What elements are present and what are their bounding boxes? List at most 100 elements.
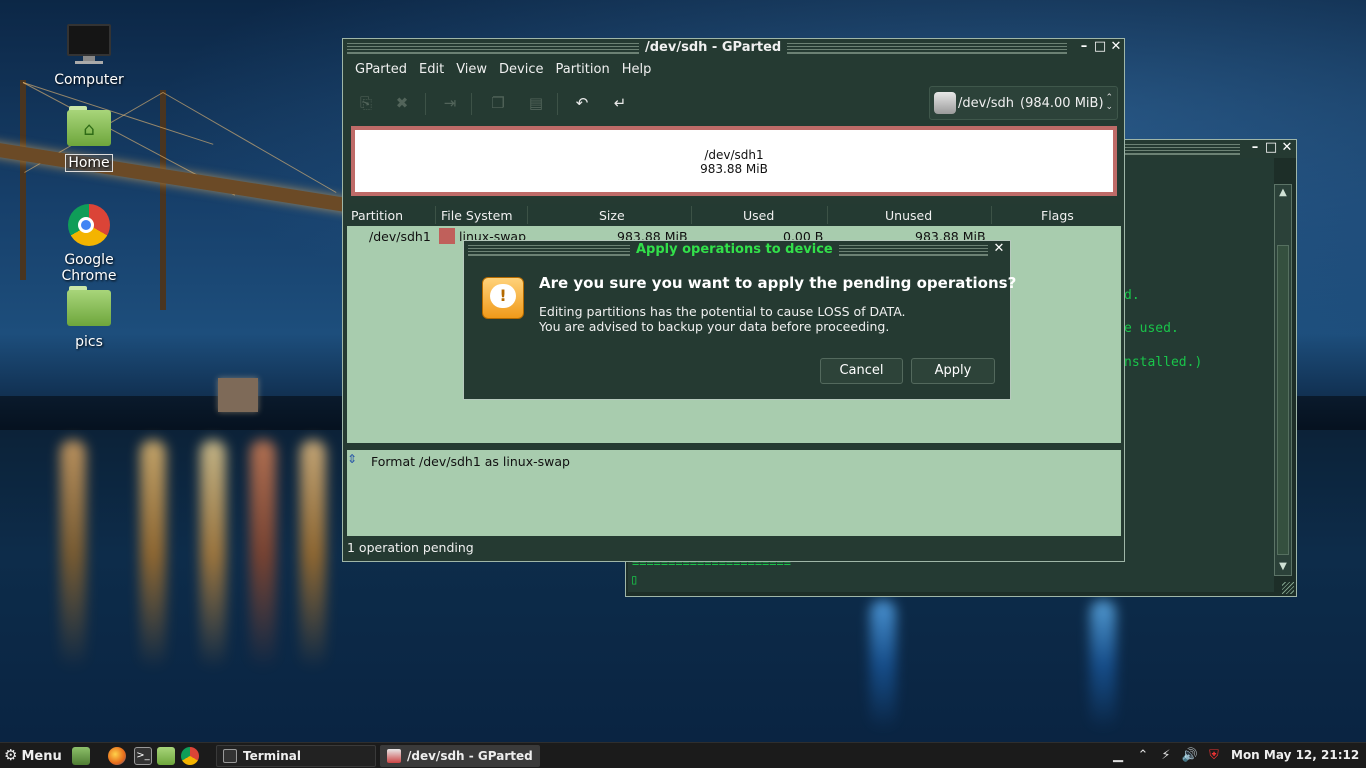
chrome-icon[interactable] [181, 747, 199, 765]
terminal-line: nstalled.) [1124, 355, 1203, 370]
desktop-icon-label: Google Chrome [61, 252, 117, 284]
device-selector[interactable]: /dev/sdh (984.00 MiB) ⌃ ⌄ [929, 86, 1118, 120]
status-bar: 1 operation pending [347, 540, 474, 555]
home-folder-icon: ⌂ [65, 106, 113, 150]
menu-edit[interactable]: Edit [413, 59, 450, 80]
partition-table-header: Partition File System Size Used Unused F… [345, 204, 1121, 226]
desktop-icon-chrome[interactable]: Google Chrome [34, 204, 144, 284]
taskbar: ⚙ Menu >_ Terminal /dev/sdh - GParted ▁ ⌃… [0, 742, 1366, 768]
menubar: GParted Edit View Device Partition Help [343, 59, 1124, 81]
dialog-message: Editing partitions has the potential to … [539, 304, 906, 319]
operation-item[interactable]: Format /dev/sdh1 as linux-swap [371, 454, 570, 469]
cancel-button[interactable]: Cancel [820, 358, 903, 384]
desktop-icon-label: Computer [54, 72, 124, 88]
column-flags[interactable]: Flags [1041, 208, 1074, 223]
start-menu-label: Menu [21, 749, 62, 764]
desktop-icon-home[interactable]: ⌂ Home [34, 106, 144, 172]
terminal-line: e used. [1124, 321, 1179, 336]
graph-partition-name: /dev/sdh1 [704, 148, 764, 162]
dialog-titlebar[interactable]: Apply operations to device ✕ [464, 241, 1010, 259]
menu-help[interactable]: Help [616, 59, 658, 80]
apply-operations-dialog[interactable]: Apply operations to device ✕ ! Are you s… [463, 240, 1016, 400]
warning-icon: ! [482, 277, 524, 319]
partition-graph[interactable]: /dev/sdh1 983.88 MiB [351, 126, 1117, 196]
monitor-icon [65, 24, 113, 68]
clock[interactable]: Mon May 12, 21:12 [1231, 748, 1359, 762]
show-desktop-icon[interactable] [72, 747, 90, 765]
column-separator [527, 206, 528, 224]
task-terminal[interactable]: Terminal [216, 745, 376, 767]
close-button[interactable]: ✕ [1109, 40, 1123, 54]
paste-icon[interactable]: ▤ [525, 93, 547, 113]
network-icon[interactable]: ⚡ [1157, 747, 1175, 765]
wallpaper-reflection [200, 440, 226, 670]
wallpaper-reflection [300, 440, 326, 670]
chevron-up-icon[interactable]: ▲ [1275, 185, 1291, 201]
wallpaper-reflection [250, 440, 276, 670]
column-unused[interactable]: Unused [885, 208, 932, 223]
resize-grip-icon[interactable] [1282, 582, 1294, 594]
menu-view[interactable]: View [450, 59, 493, 80]
column-used[interactable]: Used [743, 208, 774, 223]
wallpaper-reflection [140, 440, 166, 670]
start-menu-button[interactable]: ⚙ Menu [4, 746, 62, 766]
combo-arrows-icon: ⌃ ⌄ [1105, 93, 1113, 112]
gparted-titlebar[interactable]: /dev/sdh - GParted – □ ✕ [343, 39, 1124, 57]
maximize-button[interactable]: □ [1264, 141, 1278, 155]
graph-partition-size: 983.88 MiB [700, 162, 768, 176]
update-shield-icon[interactable]: ⛨ [1205, 747, 1223, 765]
column-separator [991, 206, 992, 224]
format-operation-icon: ⇕ [347, 452, 358, 466]
desktop-icon-pics[interactable]: pics [34, 286, 144, 350]
files-icon[interactable] [157, 747, 175, 765]
task-label: Terminal [243, 749, 302, 763]
device-selector-device: /dev/sdh [958, 96, 1014, 111]
desktop-icon-label: pics [75, 334, 103, 350]
workspace-icon[interactable]: ▁ [1109, 747, 1127, 765]
column-filesystem[interactable]: File System [441, 208, 513, 223]
folder-icon [65, 286, 113, 330]
device-selector-size: (984.00 MiB) [1020, 96, 1104, 111]
hard-disk-icon [934, 92, 956, 114]
menu-device[interactable]: Device [493, 59, 549, 80]
column-separator [691, 206, 692, 224]
terminal-icon [223, 749, 237, 763]
new-partition-icon[interactable]: ⎘ [355, 93, 377, 113]
minimize-button[interactable]: – [1077, 40, 1091, 54]
task-gparted[interactable]: /dev/sdh - GParted [380, 745, 540, 767]
menu-partition[interactable]: Partition [550, 59, 616, 80]
toolbar-separator [557, 93, 558, 115]
toolbar-separator [425, 93, 426, 115]
maximize-button[interactable]: □ [1093, 40, 1107, 54]
resize-move-icon[interactable]: ⇥ [439, 93, 461, 113]
chevron-up-icon[interactable]: ⌃ [1134, 747, 1152, 765]
chevron-down-icon[interactable]: ▼ [1275, 559, 1291, 575]
chrome-icon [65, 204, 113, 248]
terminal-scrollbar[interactable]: ▲ ▼ [1274, 184, 1292, 576]
dialog-message: You are advised to backup your data befo… [539, 319, 890, 334]
close-button[interactable]: ✕ [992, 242, 1006, 256]
apply-icon[interactable]: ↵ [609, 93, 631, 113]
scrollbar-thumb[interactable] [1277, 245, 1289, 555]
terminal-line: d. [1124, 288, 1140, 303]
terminal-icon[interactable]: >_ [134, 747, 152, 765]
toolbar-separator [471, 93, 472, 115]
column-partition[interactable]: Partition [351, 208, 403, 223]
pending-operations-pane[interactable]: ⇕ Format /dev/sdh1 as linux-swap [347, 450, 1121, 536]
column-size[interactable]: Size [599, 208, 625, 223]
undo-icon[interactable]: ↶ [571, 93, 593, 113]
column-separator [827, 206, 828, 224]
desktop-icon-computer[interactable]: Computer [34, 24, 144, 88]
task-label: /dev/sdh - GParted [407, 749, 533, 763]
copy-icon[interactable]: ❐ [487, 93, 509, 113]
menu-gparted[interactable]: GParted [349, 59, 413, 80]
volume-icon[interactable]: 🔊 [1181, 747, 1199, 765]
firefox-icon[interactable] [108, 747, 126, 765]
minimize-button[interactable]: – [1248, 141, 1262, 155]
wallpaper-reflection [1090, 600, 1116, 730]
gear-icon: ⚙ [4, 746, 18, 764]
titlebar-grip [1124, 144, 1240, 155]
close-button[interactable]: ✕ [1280, 141, 1294, 155]
delete-icon[interactable]: ✖ [391, 93, 413, 113]
apply-button[interactable]: Apply [911, 358, 995, 384]
